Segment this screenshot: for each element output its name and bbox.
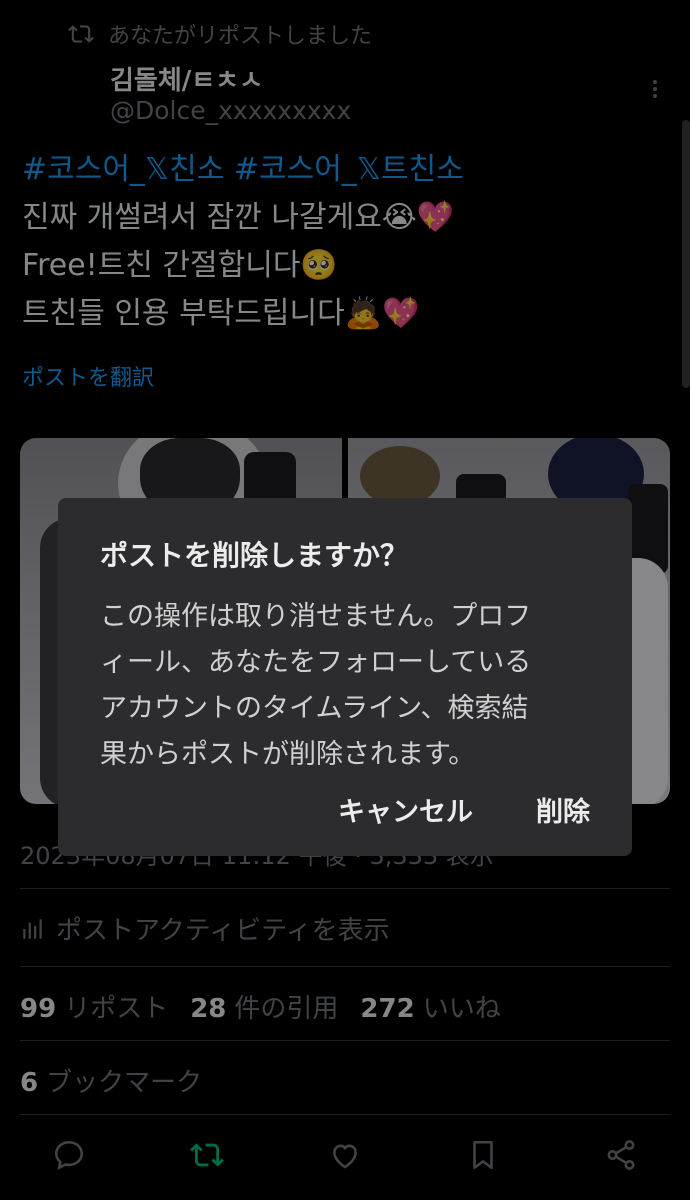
cancel-button[interactable]: キャンセル: [338, 790, 473, 829]
dialog-message-line: アカウントのタイムライン、検索結: [100, 693, 529, 724]
delete-post-dialog: ポストを削除しますか？ この操作は取り消せません。プロフ ィール、あなたをフォロ…: [58, 498, 632, 856]
delete-button[interactable]: 削除: [536, 790, 590, 829]
dialog-message-line: この操作は取り消せません。プロフ: [100, 601, 532, 632]
dialog-message-line: ィール、あなたをフォローしている: [100, 647, 532, 678]
dialog-message: この操作は取り消せません。プロフ ィール、あなたをフォローしている アカウントの…: [100, 594, 600, 778]
dialog-title: ポストを削除しますか？: [100, 539, 409, 572]
dialog-message-line: 果からポストが削除されます。: [100, 739, 476, 770]
